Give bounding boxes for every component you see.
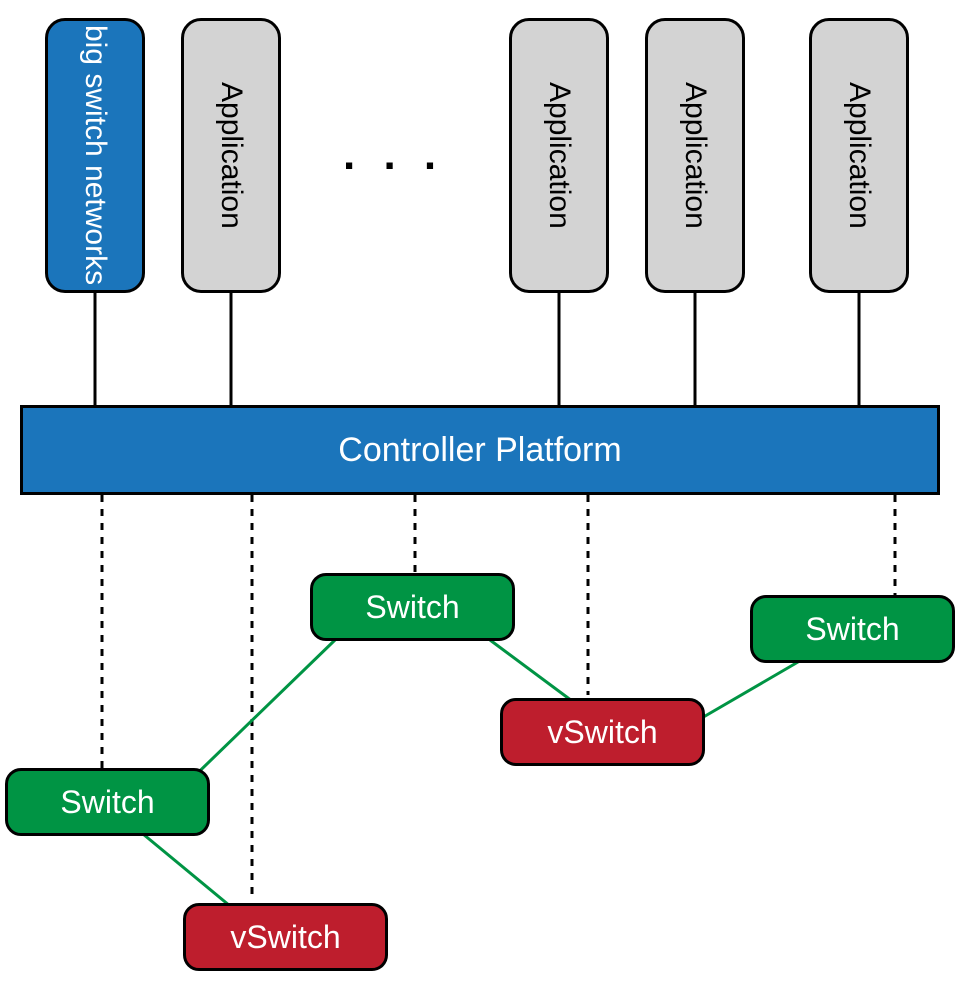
application-box-3: Application [645,18,745,293]
switch-top-center: Switch [310,573,515,641]
vendor-label: big switch networks [78,25,112,285]
ellipsis: . . . [343,130,444,180]
application-label: Application [214,82,248,229]
controller-label: Controller Platform [338,431,621,470]
switch-label: Switch [60,784,154,821]
diagram-root: big switch networks Application . . . Ap… [0,0,960,1000]
vswitch-label: vSwitch [547,714,657,751]
switch-left: Switch [5,768,210,836]
application-label: Application [842,82,876,229]
application-box-4: Application [809,18,909,293]
switch-top-right: Switch [750,595,955,663]
application-label: Application [542,82,576,229]
vswitch-right: vSwitch [500,698,705,766]
application-box-1: Application [181,18,281,293]
application-label: Application [678,82,712,229]
vswitch-bottom: vSwitch [183,903,388,971]
vswitch-label: vSwitch [230,919,340,956]
controller-platform: Controller Platform [20,405,940,495]
application-box-2: Application [509,18,609,293]
switch-label: Switch [805,611,899,648]
switch-label: Switch [365,589,459,626]
vendor-box: big switch networks [45,18,145,293]
